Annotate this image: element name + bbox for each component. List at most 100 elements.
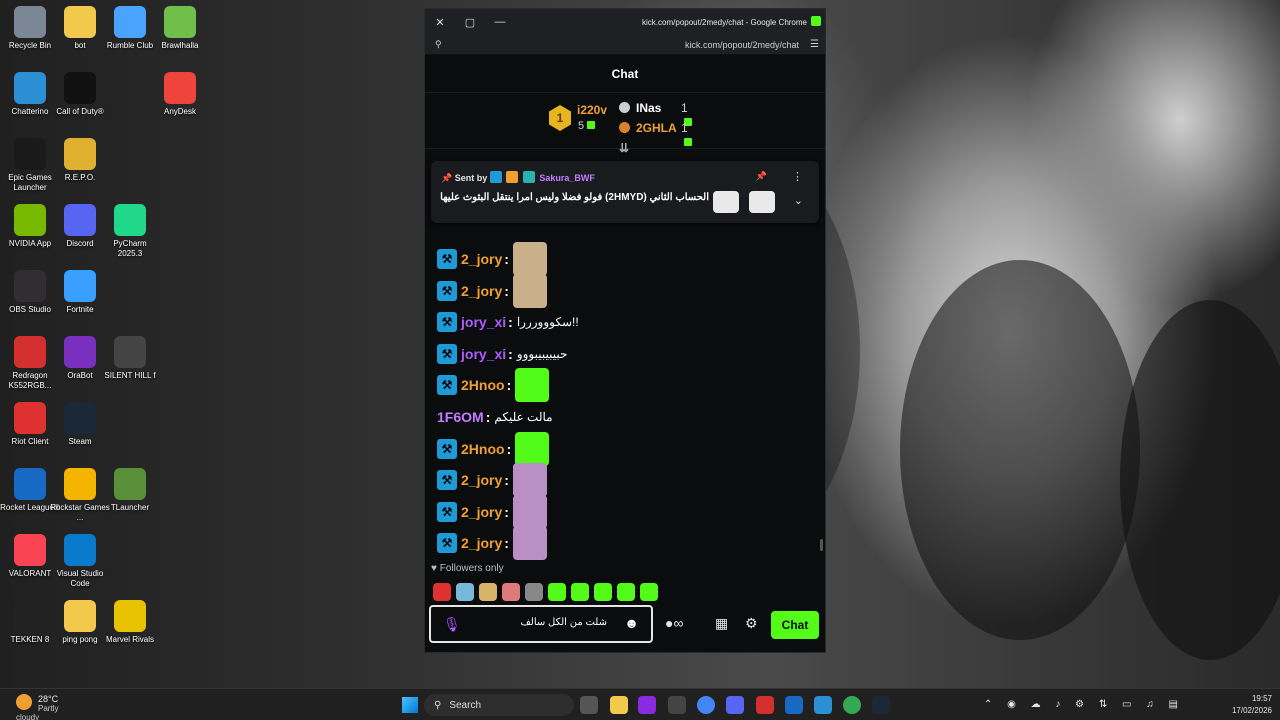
emote-icon[interactable] <box>512 494 547 529</box>
restore-icon[interactable]: ▢ <box>455 16 485 29</box>
chat-username[interactable]: 2_jory <box>461 472 502 488</box>
gift-icon <box>684 138 692 146</box>
chat-username[interactable]: 2_jory <box>461 504 502 520</box>
leader-third[interactable]: 2GHLA 1 <box>619 121 692 146</box>
chat-username[interactable]: 2Hnoo <box>461 377 505 393</box>
store-icon[interactable]: ▦ <box>715 615 728 632</box>
system-tray[interactable]: ⌃ ◉ ☁ ♪ ⚙ ⇅ ▭ ♫ ▤ <box>984 699 1184 710</box>
app-icon[interactable] <box>756 696 774 714</box>
address-bar[interactable]: ⚲ kick.com/popout/2medy/chat ☰ <box>425 35 825 55</box>
app-icon <box>14 270 46 302</box>
wallpaper-shape <box>900 260 1140 640</box>
wallpaper-shape <box>1120 300 1280 660</box>
desktop-icon[interactable]: Marvel Rivals <box>100 600 160 645</box>
pinned-user[interactable]: Sakura_BWF <box>539 173 595 183</box>
sub-badge-icon <box>522 171 535 183</box>
steam-icon[interactable] <box>872 696 890 714</box>
chat-message: ⚒ 2Hnoo: <box>437 431 550 466</box>
desktop-icon[interactable]: TLauncher <box>100 468 160 513</box>
emote-icon[interactable] <box>502 583 520 601</box>
app-icon <box>14 204 46 236</box>
search-icon: ⚲ <box>434 699 442 711</box>
chrome-icon[interactable] <box>843 696 861 714</box>
expand-leaderboard-icon[interactable]: ⇊ <box>619 141 629 155</box>
chat-username[interactable]: jory_xi <box>461 346 506 362</box>
emote-icon[interactable] <box>548 583 566 601</box>
app-icon <box>14 72 46 104</box>
emote-icon[interactable] <box>479 583 497 601</box>
chevron-down-icon[interactable]: ⌄ <box>794 194 803 207</box>
app-icon <box>64 6 96 38</box>
desktop-icon[interactable]: Brawlhalla <box>150 6 210 51</box>
unpin-icon[interactable]: 📌 <box>756 171 767 182</box>
site-info-icon[interactable]: ⚲ <box>435 39 442 50</box>
chat-username[interactable]: 2_jory <box>461 535 502 551</box>
url-text[interactable]: kick.com/popout/2medy/chat <box>685 40 799 50</box>
app-icon[interactable] <box>668 696 686 714</box>
app-icon[interactable] <box>638 696 656 714</box>
chat-username[interactable]: 2_jory <box>461 251 502 267</box>
discord-icon[interactable] <box>726 696 744 714</box>
app-icon <box>114 600 146 632</box>
chat-username[interactable]: 2Hnoo <box>461 441 505 457</box>
chatterino-icon[interactable] <box>814 696 832 714</box>
leader-second[interactable]: INas 1 <box>619 101 692 126</box>
minimize-icon[interactable]: — <box>485 16 515 28</box>
app-icon[interactable] <box>785 696 803 714</box>
emote-icon[interactable] <box>512 242 547 276</box>
desktop-icon[interactable]: SILENT HILL f <box>100 336 160 381</box>
emote-icon[interactable] <box>512 526 547 561</box>
app-icon <box>64 468 96 500</box>
emote-icon[interactable] <box>594 583 612 601</box>
emote-icon[interactable] <box>617 583 635 601</box>
emote-icon[interactable] <box>515 368 550 403</box>
separator: : <box>504 472 509 489</box>
file-explorer-icon[interactable] <box>610 696 628 714</box>
chat-input[interactable]: 🎙 شلت من الكل سالف ☻ <box>429 605 653 643</box>
chat-message: ⚒ jory_xi: حبيبيبيبووو <box>437 340 567 368</box>
app-icon <box>14 468 46 500</box>
emote-icon[interactable] <box>640 583 658 601</box>
scrollbar[interactable] <box>820 539 823 551</box>
app-icon <box>64 600 96 632</box>
search-label: Search <box>449 699 482 711</box>
desktop-icon[interactable]: Visual Studio Code <box>50 534 110 589</box>
app-icon <box>164 6 196 38</box>
emote-icon[interactable] <box>512 273 547 308</box>
weather-widget[interactable]: 28°C Partly cloudy <box>16 694 62 720</box>
desktop-icon[interactable]: AnyDesk <box>150 72 210 117</box>
task-view-icon[interactable] <box>580 696 598 714</box>
separator: : <box>508 314 513 331</box>
chat-username[interactable]: 2_jory <box>461 283 502 299</box>
tune-icon[interactable]: ☰ <box>810 39 819 50</box>
points-icon[interactable]: ●∞ <box>665 615 683 631</box>
emote-icon[interactable] <box>433 583 451 601</box>
desktop-icon-label: PyCharm 2025.3 <box>113 239 147 258</box>
windows-start-icon[interactable] <box>402 697 418 713</box>
emoji-picker-icon[interactable]: ☻ <box>624 615 639 631</box>
desktop-icon[interactable]: Steam <box>50 402 110 447</box>
chat-username[interactable]: 1F6OM <box>437 409 484 425</box>
desktop-icon[interactable]: PyCharm 2025.3 <box>100 204 160 259</box>
clock[interactable]: 19:57 17/02/2026 <box>1232 693 1272 717</box>
emote-icon[interactable] <box>515 431 550 466</box>
send-chat-button[interactable]: Chat <box>771 611 819 639</box>
emote-icon[interactable] <box>571 583 589 601</box>
emote-icon[interactable] <box>525 583 543 601</box>
pinned-message[interactable]: 📌 Sent by Sakura_BWF فولو فضلا وليس امرا… <box>431 161 819 223</box>
chat-input-value[interactable]: شلت من الكل سالف <box>520 617 607 628</box>
more-options-icon[interactable]: ⋮ <box>792 170 803 183</box>
emote-icon[interactable] <box>512 463 547 498</box>
chat-username[interactable]: jory_xi <box>461 314 506 330</box>
settings-icon[interactable]: ⚙ <box>745 615 758 632</box>
emote-icon[interactable] <box>456 583 474 601</box>
chrome-icon[interactable] <box>697 696 715 714</box>
desktop-icon[interactable]: Fortnite <box>50 270 110 315</box>
taskbar-search[interactable]: ⚲ Search <box>424 694 574 716</box>
desktop-icon[interactable]: Call of Duty® <box>50 72 110 117</box>
gift-icon <box>587 121 596 129</box>
close-icon[interactable]: ✕ <box>425 16 455 29</box>
microphone-icon[interactable]: 🎙 <box>443 616 461 633</box>
leader-first-name[interactable]: i220v <box>577 103 607 117</box>
desktop-icon[interactable]: R.E.P.O. <box>50 138 110 183</box>
